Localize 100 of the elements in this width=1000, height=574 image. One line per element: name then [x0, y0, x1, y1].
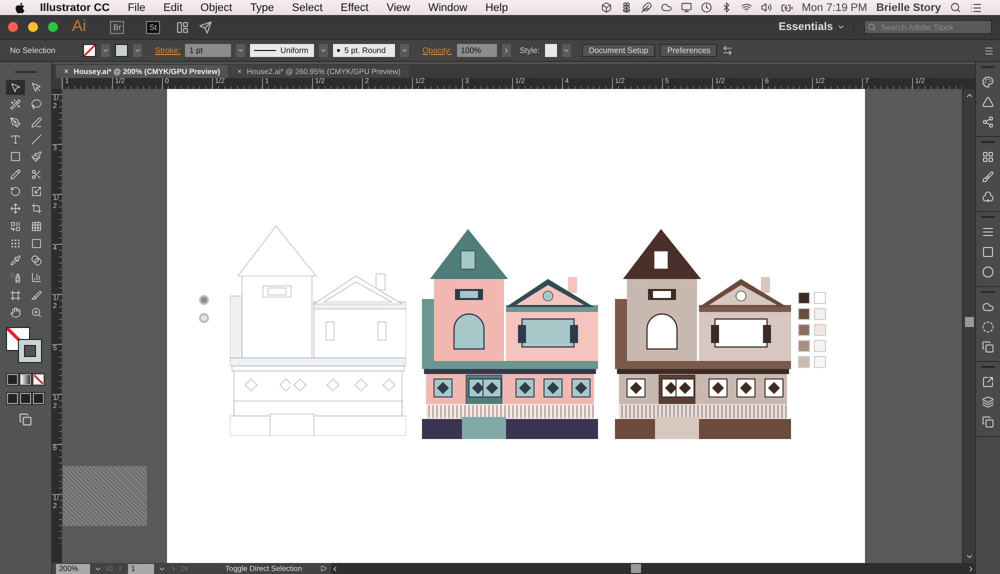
toolbar-button[interactable]: Preferences [660, 44, 718, 57]
color-swatch [798, 308, 810, 320]
scissors-icon [30, 168, 42, 180]
bridge-button[interactable]: Br [110, 20, 124, 34]
gradient-mode-button[interactable] [20, 374, 31, 386]
stroke-label[interactable]: Stroke: [155, 46, 180, 55]
draw-mode-button[interactable] [33, 393, 44, 404]
close-button[interactable] [8, 22, 18, 32]
zoom-button[interactable] [48, 22, 58, 32]
draw-mode-button[interactable] [20, 393, 31, 404]
rotate-icon [10, 186, 20, 197]
panel-button[interactable] [982, 396, 994, 408]
panel-button[interactable] [982, 341, 994, 353]
scroll-down-icon[interactable] [964, 552, 974, 561]
screen-icon[interactable] [680, 2, 692, 13]
tab-close-icon[interactable]: × [237, 67, 242, 76]
scale-icon [30, 186, 42, 197]
search-icon[interactable] [950, 2, 961, 13]
draw-mode-button[interactable] [7, 393, 18, 404]
panel-button[interactable] [982, 376, 994, 388]
tab-close-icon[interactable]: × [64, 67, 69, 76]
panel-button[interactable] [982, 416, 994, 428]
panel-button[interactable] [982, 151, 994, 163]
wifi-icon[interactable] [740, 2, 752, 13]
circle-icon [982, 266, 994, 278]
volume-icon[interactable] [760, 2, 772, 13]
color-mode-button[interactable] [7, 374, 18, 386]
cloud-icon [982, 301, 994, 313]
tool-button[interactable] [6, 80, 24, 96]
style-swatch[interactable] [544, 44, 557, 57]
apple-icon[interactable] [14, 2, 26, 14]
profile-dropdown[interactable]: Uniform [250, 44, 314, 57]
scroll-thumb[interactable] [631, 564, 641, 573]
scroll-up-icon[interactable] [964, 91, 974, 100]
menu-item[interactable]: Window [428, 2, 468, 14]
stock-button[interactable]: St [146, 20, 160, 34]
rocket-icon[interactable] [198, 20, 212, 34]
panel-button[interactable] [982, 226, 994, 238]
rectangle-icon [10, 151, 20, 162]
color-swatch [814, 356, 826, 368]
panel-button[interactable] [982, 266, 994, 278]
stroke-swatch[interactable] [115, 44, 128, 57]
screen-mode-icon[interactable] [19, 413, 32, 426]
play-icon[interactable] [320, 565, 327, 572]
lines-icon [982, 226, 994, 238]
bluetooth-icon[interactable] [720, 2, 732, 13]
opacity-label[interactable]: Opacity: [422, 46, 452, 55]
panel-button[interactable] [982, 191, 994, 203]
scroll-left-icon[interactable] [331, 564, 339, 572]
workspace-switcher[interactable]: Essentials [770, 21, 854, 33]
scroll-right-icon[interactable] [967, 564, 975, 572]
mesh-icon [10, 238, 20, 249]
brush-dropdown[interactable]: 5 pt. Round [333, 44, 396, 57]
app-menu[interactable]: Illustrator CC [40, 2, 110, 14]
panel-button[interactable] [982, 96, 994, 108]
palette-icon [982, 76, 994, 88]
panel-button[interactable] [982, 171, 994, 183]
color-swatch [798, 324, 810, 336]
user-name[interactable]: Brielle Story [876, 2, 941, 14]
club-icon [982, 191, 994, 203]
panel-button[interactable] [982, 246, 994, 258]
menu-item[interactable]: Help [485, 2, 508, 14]
box-icon[interactable] [600, 2, 612, 13]
app-logo: Ai [72, 18, 86, 36]
menu-item[interactable]: File [128, 2, 146, 14]
export-icon [982, 376, 994, 388]
panel-button[interactable] [982, 301, 994, 313]
overlap-squares-icon [982, 416, 994, 428]
fill-swatch[interactable] [83, 44, 96, 57]
crop-icon [30, 203, 42, 214]
menu-item[interactable]: Edit [163, 2, 182, 14]
clock-text[interactable]: Mon 7:19 PM [802, 2, 868, 14]
panel-button[interactable] [982, 321, 994, 333]
cloud-icon[interactable] [660, 2, 672, 13]
opacity-field[interactable]: 100% [456, 44, 497, 57]
minimize-button[interactable] [28, 22, 38, 32]
panel-button[interactable] [982, 116, 994, 128]
panel-button[interactable] [982, 76, 994, 88]
flower-icon[interactable] [620, 2, 632, 13]
menu-icon[interactable] [984, 46, 994, 56]
menu-item[interactable]: Effect [340, 2, 369, 14]
battery-icon[interactable] [780, 2, 793, 14]
arrange-icon[interactable] [722, 45, 734, 56]
search-icon [868, 23, 876, 31]
move-icon [10, 203, 20, 214]
caret-icon [837, 23, 845, 31]
clock-icon[interactable] [700, 2, 712, 13]
layout-icon[interactable] [176, 20, 189, 34]
scroll-thumb[interactable] [964, 317, 974, 327]
menu-item[interactable]: Object [200, 2, 232, 14]
none-mode-button[interactable] [33, 374, 44, 386]
bar-chart-icon [30, 272, 42, 284]
menu-item[interactable]: Type [250, 2, 274, 14]
toolbar-button[interactable]: Document Setup [582, 44, 656, 57]
menu-item[interactable]: Select [292, 2, 323, 14]
pen-line-icon [30, 116, 42, 128]
feather-icon[interactable] [640, 2, 652, 13]
color-swatch [814, 292, 826, 304]
stroke-weight-field[interactable]: 1 pt [185, 44, 232, 57]
menu-item[interactable]: View [386, 2, 410, 14]
